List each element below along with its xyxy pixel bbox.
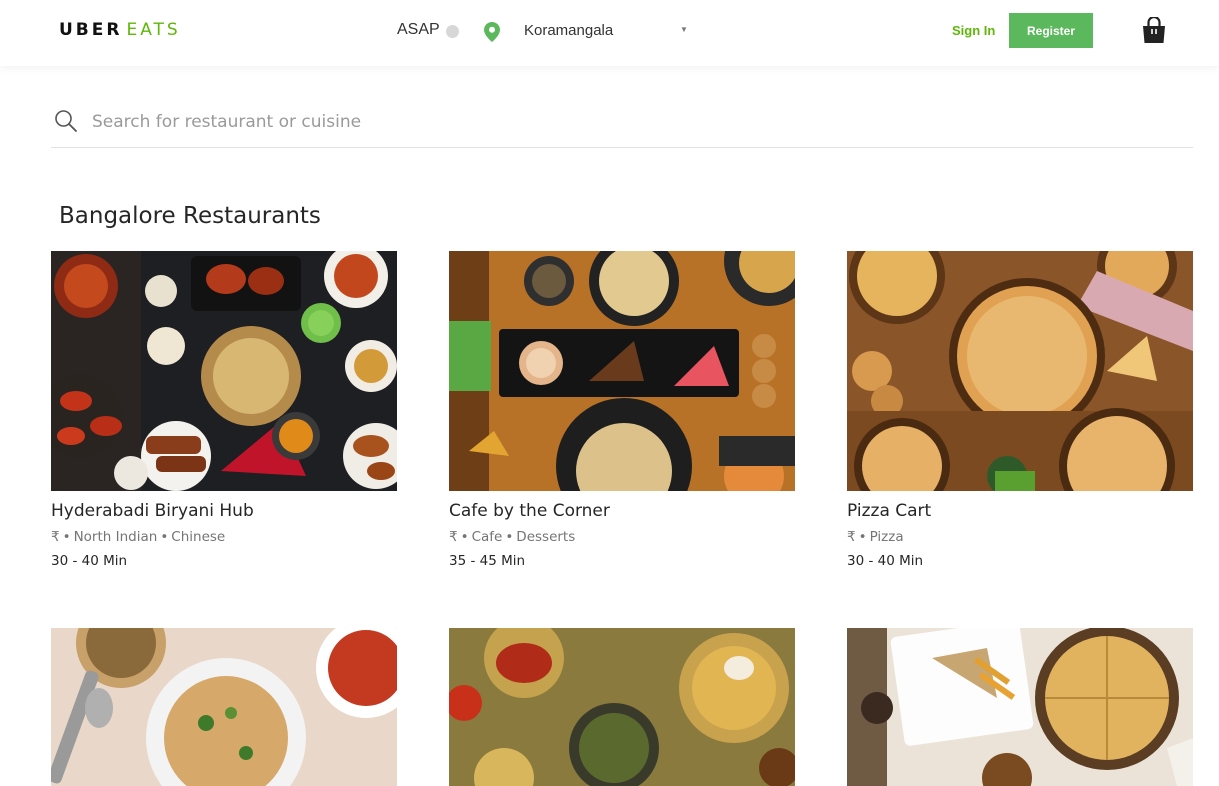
section-title: Bangalore Restaurants <box>59 203 321 229</box>
restaurant-image <box>449 251 795 491</box>
restaurant-card[interactable]: Cafe by the Corner ₹ • Cafe • Desserts 35 - … <box>449 251 795 569</box>
search-input[interactable] <box>92 109 1172 135</box>
logo-uber-text: UBER <box>59 20 123 40</box>
sign-in-link[interactable]: Sign In <box>952 23 995 38</box>
restaurant-image <box>51 628 397 786</box>
restaurant-name: Hyderabadi Biryani Hub <box>51 501 254 521</box>
cuisine-tag: Desserts <box>516 529 576 545</box>
restaurant-card[interactable]: Pizza Cart ₹ • Pizza 30 - 40 Min <box>847 251 1193 569</box>
delivery-time: 30 - 40 Min <box>847 553 924 569</box>
restaurant-card[interactable] <box>847 628 1193 786</box>
top-header: UBER EATS ASAP Koramangala ▼ Sign In Regi… <box>0 0 1219 66</box>
location-select[interactable]: Koramangala <box>524 22 613 39</box>
delivery-time-selector[interactable]: ASAP <box>397 21 459 39</box>
restaurant-name: Pizza Cart <box>847 501 932 521</box>
restaurant-tags: ₹ • Cafe • Desserts <box>449 529 576 545</box>
restaurant-image <box>449 628 795 786</box>
restaurant-image <box>847 628 1193 786</box>
price-range: ₹ <box>51 529 60 545</box>
restaurant-image <box>51 251 397 491</box>
chevron-down-icon[interactable]: ▼ <box>680 25 688 34</box>
restaurant-image <box>847 251 1193 491</box>
price-range: ₹ <box>449 529 458 545</box>
shopping-bag-icon[interactable] <box>1142 17 1166 44</box>
register-button[interactable]: Register <box>1009 13 1093 48</box>
price-range: ₹ <box>847 529 856 545</box>
search-icon <box>55 110 77 132</box>
restaurant-card[interactable] <box>51 628 397 786</box>
clock-icon <box>445 24 459 38</box>
restaurant-tags: ₹ • North Indian • Chinese <box>51 529 226 545</box>
cuisine-tag: North Indian <box>73 529 158 545</box>
location-pin-icon <box>484 22 500 42</box>
cuisine-tag: Chinese <box>171 529 226 545</box>
restaurant-tags: ₹ • Pizza <box>847 529 904 545</box>
delivery-time: 30 - 40 Min <box>51 553 128 569</box>
asap-label: ASAP <box>397 21 440 38</box>
restaurant-name: Cafe by the Corner <box>449 501 610 521</box>
restaurant-card[interactable]: Hyderabadi Biryani Hub ₹ • North Indian • Ch… <box>51 251 397 569</box>
logo-eats-text: EATS <box>126 20 181 40</box>
restaurant-card[interactable] <box>449 628 795 786</box>
uber-eats-logo[interactable]: UBER EATS <box>59 20 181 40</box>
search-bar <box>51 96 1193 148</box>
cuisine-tag: Pizza <box>869 529 904 545</box>
cuisine-tag: Cafe <box>471 529 503 545</box>
delivery-time: 35 - 45 Min <box>449 553 526 569</box>
